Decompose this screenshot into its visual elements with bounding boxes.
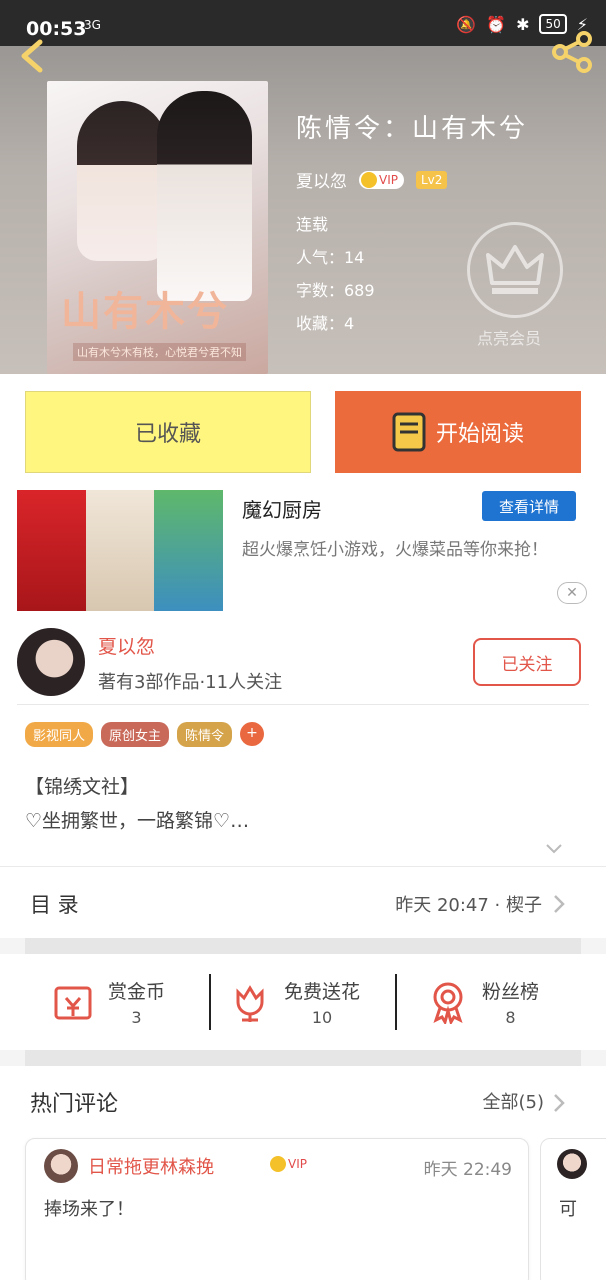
commenter-name[interactable]: 日常拖更林森挽	[88, 1153, 214, 1179]
catalog-label: 目 录	[30, 893, 79, 917]
cover-figure-male	[157, 91, 252, 301]
status-bar: 00:53 3G 🔕 ⏰ ✱ 50 ⚡	[0, 0, 606, 46]
all-comments-link[interactable]: 全部(5)	[483, 1088, 545, 1114]
level-badge: Lv2	[415, 170, 448, 189]
section-gap	[25, 1050, 581, 1066]
bluetooth-icon: ✱	[516, 14, 530, 34]
catalog-row[interactable]: 目 录 昨天 20:47 · 楔子	[0, 866, 606, 938]
reward-coins-label: 赏金币	[108, 981, 166, 1003]
flower-count: 10	[311, 1008, 333, 1027]
comment-time: 昨天 22:49	[423, 1160, 512, 1180]
author-avatar[interactable]	[17, 628, 85, 696]
hot-comments-section: 热门评论 全部(5) 日常拖更林森挽 VIP 昨天 22:49 捧场来了！ 可	[0, 1066, 606, 1280]
ad-title: 魔幻厨房	[242, 498, 322, 522]
cover-subtitle: 山有木兮木有枝，心悦君兮君不知	[73, 343, 246, 361]
fan-ranking-button[interactable]: 粉丝榜 8	[426, 972, 539, 1032]
comment-card[interactable]: 日常拖更林森挽 VIP 昨天 22:49 捧场来了！	[25, 1138, 529, 1280]
catalog-latest: 昨天 20:47 · 楔子	[395, 895, 542, 916]
commenter-avatar[interactable]	[557, 1149, 587, 1179]
book-description[interactable]: 【锦绣文社】 ♡坐拥繁世，一路繁锦♡…	[25, 770, 249, 838]
vip-badge: VIP	[359, 170, 404, 189]
back-arrow-icon[interactable]	[16, 38, 52, 74]
author-section: 夏以忽 著有3部作品·11人关注 已关注 影视同人 原创女主 陈情令 + 【锦绣…	[0, 618, 606, 866]
rewards-bar: 赏金币 3 免费送花 10 粉丝榜 8	[0, 954, 606, 1050]
send-flower-label: 免费送花	[284, 981, 361, 1003]
description-line-2: ♡坐拥繁世，一路繁锦♡…	[25, 810, 250, 832]
comment-text: 可	[559, 1199, 577, 1220]
section-gap	[25, 938, 581, 954]
red-envelope-icon	[54, 986, 92, 1020]
divider	[17, 704, 589, 705]
fan-count: 8	[505, 1008, 516, 1027]
action-bar: 已收藏 开始阅读	[0, 374, 606, 480]
vip-label: VIP	[379, 172, 398, 187]
ad-description: 超火爆烹饪小游戏，火爆菜品等你来抢！	[242, 540, 548, 560]
tag-fanfic[interactable]: 影视同人	[25, 722, 94, 747]
cover-title: 山有木兮	[61, 288, 229, 335]
book-author[interactable]: 夏以忽	[296, 167, 347, 192]
book-icon	[392, 412, 426, 452]
cover-figure-female	[77, 101, 167, 261]
book-cover[interactable]: 山有木兮 山有木兮木有枝，心悦君兮君不知	[47, 81, 268, 374]
ad-banner[interactable]: 魔幻厨房 查看详情 超火爆烹饪小游戏，火爆菜品等你来抢！ ✕	[0, 480, 606, 618]
network-label: 3G	[84, 18, 101, 32]
commenter-avatar[interactable]	[44, 1149, 78, 1183]
reward-coins-button[interactable]: 赏金币 3	[52, 972, 165, 1032]
mute-icon: 🔕	[456, 14, 477, 34]
start-reading-button[interactable]: 开始阅读	[335, 391, 581, 473]
flower-icon	[236, 985, 264, 1022]
ad-close-icon[interactable]: ✕	[557, 582, 587, 604]
separator	[395, 974, 397, 1030]
add-tag-button[interactable]: +	[240, 722, 265, 746]
comment-text: 捧场来了！	[44, 1199, 134, 1220]
share-icon[interactable]	[550, 30, 594, 74]
member-crown-button[interactable]	[467, 222, 563, 318]
crown-icon	[361, 171, 377, 188]
follow-button[interactable]: 已关注	[473, 638, 581, 686]
vip-label: VIP	[288, 1157, 307, 1171]
crown-icon	[270, 1156, 286, 1172]
author-name[interactable]: 夏以忽	[98, 632, 155, 659]
tag-list: 影视同人 原创女主 陈情令 +	[25, 722, 265, 747]
crown-outline-icon	[486, 245, 544, 294]
member-label: 点亮会员	[477, 329, 542, 348]
chevron-right-icon	[554, 895, 565, 913]
ad-image[interactable]	[17, 490, 223, 611]
book-author-row: 夏以忽 VIP Lv2	[296, 167, 528, 192]
start-reading-label: 开始阅读	[435, 422, 524, 447]
tag-chenqingling[interactable]: 陈情令	[177, 722, 233, 747]
favorite-button[interactable]: 已收藏	[25, 391, 311, 473]
author-stats: 著有3部作品·11人关注	[98, 672, 283, 693]
book-title: 陈情令：山有木兮	[296, 114, 529, 144]
chevron-down-icon[interactable]	[545, 840, 563, 858]
fan-ranking-label: 粉丝榜	[482, 981, 540, 1003]
reward-coins-count: 3	[131, 1008, 142, 1027]
vip-badge: VIP	[268, 1155, 313, 1173]
separator	[209, 974, 211, 1030]
alarm-icon: ⏰	[486, 14, 507, 34]
comment-card[interactable]: 可	[540, 1138, 606, 1280]
chevron-right-icon[interactable]	[552, 1093, 566, 1113]
medal-icon	[433, 982, 463, 1024]
description-line-1: 【锦绣文社】	[25, 776, 140, 798]
tag-original-heroine[interactable]: 原创女主	[101, 722, 170, 747]
send-flower-button[interactable]: 免费送花 10	[228, 972, 360, 1032]
status-time: 00:53	[26, 18, 87, 40]
ad-details-button[interactable]: 查看详情	[482, 491, 576, 521]
hot-comments-title: 热门评论	[30, 1092, 119, 1117]
book-header: 山有木兮 山有木兮木有枝，心悦君兮君不知 陈情令：山有木兮 夏以忽 VIP Lv…	[0, 0, 606, 374]
favorite-label: 已收藏	[134, 422, 201, 447]
